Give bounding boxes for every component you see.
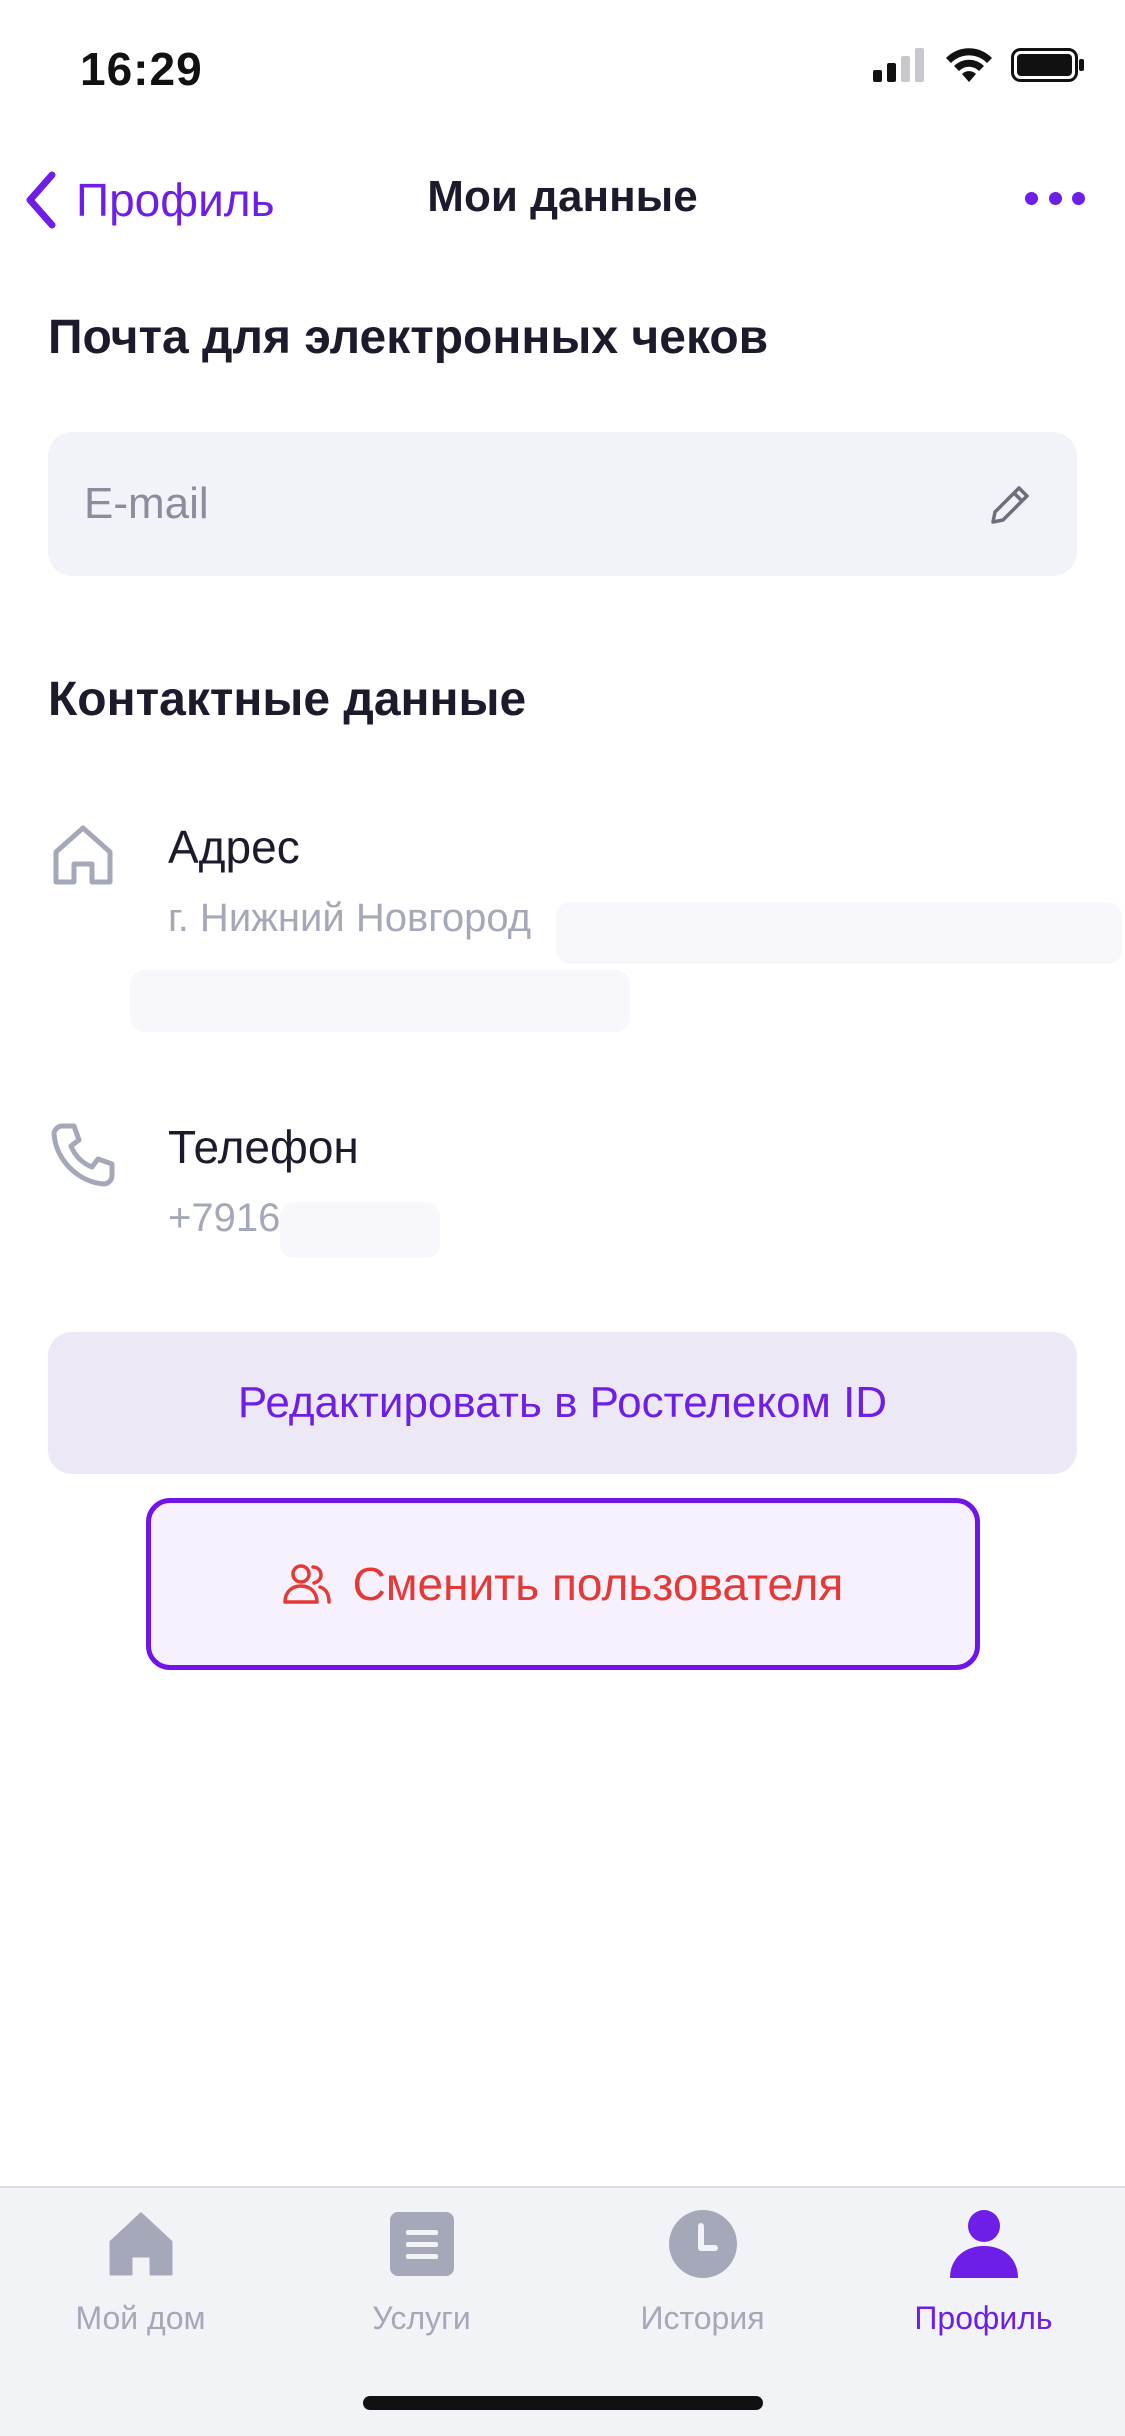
switch-user-label: Сменить пользователя <box>352 1558 844 1610</box>
redacted-area <box>556 902 1122 964</box>
nav-bar: Профиль Мои данные <box>0 150 1125 250</box>
status-icons <box>873 48 1085 82</box>
profile-icon <box>949 2210 1018 2278</box>
tab-label: Мой дом <box>75 2300 206 2336</box>
tab-my-home[interactable]: Мой дом <box>0 2208 281 2358</box>
tab-history[interactable]: История <box>562 2208 843 2358</box>
status-time: 16:29 <box>80 43 203 95</box>
home-indicator <box>363 2396 763 2410</box>
tab-label: История <box>640 2300 765 2336</box>
redacted-area <box>280 1202 440 1258</box>
phone-label: Телефон <box>168 1121 359 1173</box>
address-row[interactable]: Адрес г. Нижний Новгород <box>48 820 1122 1040</box>
pencil-icon[interactable] <box>985 480 1035 530</box>
services-icon <box>389 2212 454 2276</box>
email-input[interactable] <box>84 432 944 576</box>
switch-user-button[interactable]: Сменить пользователя <box>146 1498 980 1670</box>
page-title: Мои данные <box>427 172 698 221</box>
dot <box>1025 191 1038 205</box>
home-icon <box>53 825 113 885</box>
home-icon <box>109 2212 172 2276</box>
phone-value: +7916 <box>168 1196 281 1240</box>
users-icon <box>282 1564 331 1604</box>
clock-icon <box>668 2210 737 2278</box>
wifi-icon <box>946 48 992 82</box>
phone-icon <box>51 1123 115 1187</box>
contacts-section-title: Контактные данные <box>48 673 527 726</box>
battery-icon <box>1011 48 1084 82</box>
address-label: Адрес <box>168 821 300 873</box>
tab-profile[interactable]: Профиль <box>843 2208 1124 2358</box>
tab-services[interactable]: Услуги <box>281 2208 562 2358</box>
phone-row[interactable]: Телефон +7916 <box>48 1120 1077 1258</box>
address-value: г. Нижний Новгород <box>168 896 532 940</box>
tab-label: Профиль <box>914 2300 1053 2336</box>
more-options-button[interactable] <box>1025 178 1085 218</box>
status-bar: 16:29 <box>0 0 1125 132</box>
dot <box>1072 191 1085 205</box>
receipts-section-title: Почта для электронных чеков <box>48 311 769 364</box>
signal-icon <box>873 48 924 82</box>
edit-id-label: Редактировать в Ростелеком ID <box>237 1378 888 1427</box>
tab-label: Услуги <box>372 2300 471 2336</box>
edit-in-rostelecom-id-button[interactable]: Редактировать в Ростелеком ID <box>48 1332 1077 1474</box>
email-field[interactable] <box>48 432 1077 576</box>
redacted-area <box>130 970 630 1032</box>
dot <box>1048 191 1062 205</box>
